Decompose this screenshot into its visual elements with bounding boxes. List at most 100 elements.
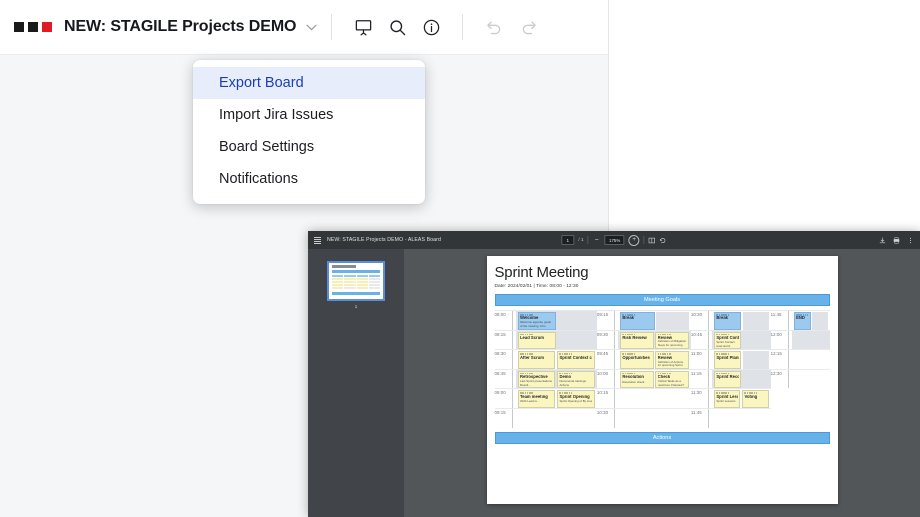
schedule-card[interactable]: After Scrum [517,351,556,369]
schedule-card[interactable]: Lead Scrum [517,331,557,350]
page-fit-icon[interactable] [649,237,656,244]
schedule-card[interactable]: Sprint Planning [713,351,742,369]
schedule-card[interactable]: Sprint ContactSprint Contact level sprin… [713,331,742,350]
card-body: Sprint Lessons [716,400,736,404]
schedule-row: 09:00 Team meeting 2024 Lead re... Sprint O… [494,388,597,408]
zoom-out-button[interactable]: − [593,237,601,244]
schedule-row: 08:45 Retrospective Last Sprint presentati… [494,368,597,389]
search-icon[interactable] [380,10,414,44]
menu-item-notifications[interactable]: Notifications [193,163,425,195]
page-thumbnail[interactable] [327,261,385,301]
card-title: Risk Review [622,335,647,340]
print-icon[interactable] [893,236,900,244]
card-body: Sprint Contact level sprint [716,341,735,348]
schedule-card[interactable]: Voting [741,390,769,408]
schedule-empty-card [742,351,769,369]
schedule-slot[interactable]: Sprint LessonsSprint LessonsVoting [712,389,771,408]
schedule-slot[interactable]: Team meeting 2024 Lead re... Sprint Openin… [516,389,597,408]
schedule-card[interactable]: Sprint Records [713,370,742,389]
schedule-card[interactable]: Sprint Context check [556,351,595,369]
schedule-slot[interactable] [618,409,691,428]
rotate-icon[interactable] [660,237,667,244]
schedule-card[interactable]: Review Definition of Actions for upcoming… [655,351,689,369]
schedule-slot[interactable]: Retrospective Last Sprint presentations R… [515,369,597,389]
schedule-card[interactable]: Break [619,312,655,330]
pdf-toolbar-center: 1 / 1 − 175% + [561,234,667,246]
zoom-level-input[interactable]: 175% [604,235,625,245]
time-label: 11:15 [690,370,702,376]
schedule-card[interactable]: Sprint Opening Sprint Opening of By Line [556,390,595,408]
schedule-slot[interactable]: END [792,311,830,330]
zoom-in-button[interactable]: + [628,234,640,246]
schedule-card[interactable]: Opportunities Review [619,351,654,369]
page-number-input[interactable]: 1 [561,235,575,245]
card-dots-icon [716,392,738,394]
schedule-card[interactable]: Team meeting 2024 Lead re... [517,390,556,408]
menu-item-export-board[interactable]: Export Board [193,67,425,99]
chevron-down-icon[interactable] [306,21,318,33]
pdf-canvas-area[interactable]: Sprint Meeting Date: 2024/02/01 | Time: … [404,249,920,517]
toolbar-divider-1 [331,14,333,40]
more-options-icon[interactable] [907,237,914,244]
schedule-column: 10:30 Break 10:45 Sprint ContactSprint Cont… [690,310,771,428]
schedule-card[interactable]: Demo Documenta trainings Actions [556,370,595,389]
menu-item-label: Export Board [219,75,304,91]
schedule-slot[interactable]: Lead Scrum [515,330,597,350]
schedule-slot[interactable] [792,370,830,389]
schedule-slot[interactable] [791,330,830,350]
schedule-slot[interactable]: Opportunities Review ReviewDefinition of … [618,350,691,369]
schedule-slot[interactable]: Break [618,311,691,330]
card-dots-icon [559,353,592,355]
schedule-slot[interactable] [712,409,771,428]
schedule-row: 09:15 [494,407,597,428]
schedule-row: 09:15 Break [596,310,691,330]
card-title: Review [657,355,673,360]
schedule-row: 08:15 Lead Scrum [494,329,597,350]
menu-item-board-settings[interactable]: Board Settings [193,131,425,163]
schedule-slot[interactable]: After Scrum Sprint Context check [516,350,597,369]
schedule-slot[interactable]: Break [712,311,771,330]
pdf-document-title: NEW: STAGILE Projects DEMO - ALEAS Board [327,237,441,243]
schedule-row: 09:30 Risk Review Review Definition of Miti… [596,329,691,350]
card-dots-icon [744,392,766,394]
thumbnail-column [332,275,344,289]
card-body: Last Sprint presentations Result... [520,380,552,387]
schedule-slot[interactable]: Sprint Planning [712,350,771,369]
schedule-card[interactable]: Review Definition of Mitigation Steps for… [655,331,689,350]
thumbnail-item[interactable]: 1 [308,261,404,309]
card-dots-icon [622,314,652,316]
menu-item-import-jira-issues[interactable]: Import Jira Issues [193,99,425,131]
schedule-row: 10:30 Break [690,310,771,330]
download-icon[interactable] [879,236,886,244]
info-icon[interactable] [414,10,448,44]
schedule-card[interactable]: Risk Review [619,331,654,350]
schedule-slot[interactable]: Risk Review Review Definition of Mitigatio… [617,330,691,350]
thumbnail-footer-band [332,292,380,295]
schedule-slot[interactable]: Sprint ContactSprint Contact level sprin… [711,330,771,350]
schedule-row: 12:15 [770,349,830,369]
schedule-card[interactable]: Check Critical Tasks as a result key Chan… [655,370,689,389]
schedule-slot[interactable] [792,350,830,369]
time-label: 10:45 [690,331,703,337]
app-toolbar: NEW: STAGILE Projects DEMO [0,0,608,55]
schedule-slot[interactable]: Sprint Records [711,369,771,389]
schedule-card[interactable]: END [793,312,811,330]
sidebar-toggle-icon[interactable] [314,236,321,244]
card-title: Sprint Planning [716,355,739,360]
schedule-slot[interactable] [618,389,691,408]
time-label: 08:15 [494,331,506,337]
schedule-slot[interactable] [516,409,597,428]
schedule-card[interactable]: Retrospective Last Sprint presentations R… [517,370,556,389]
present-icon[interactable] [346,10,380,44]
schedule-card[interactable]: Welcome Welcome agenda, goals of the meet… [517,312,557,330]
card-dots-icon [716,353,739,355]
schedule-card[interactable]: Resolution Resolution check [619,370,654,389]
schedule-card[interactable]: Sprint LessonsSprint Lessons [713,390,741,408]
redo-icon[interactable] [511,10,545,44]
schedule-slot[interactable]: Welcome Welcome agenda, goals of the meet… [515,311,597,330]
schedule-card[interactable]: Break [713,312,742,330]
card-dots-icon [622,372,651,375]
card-title: Retrospective [520,375,548,380]
schedule-slot[interactable]: Resolution Resolution check Check Critical … [618,370,691,389]
undo-icon[interactable] [477,10,511,44]
